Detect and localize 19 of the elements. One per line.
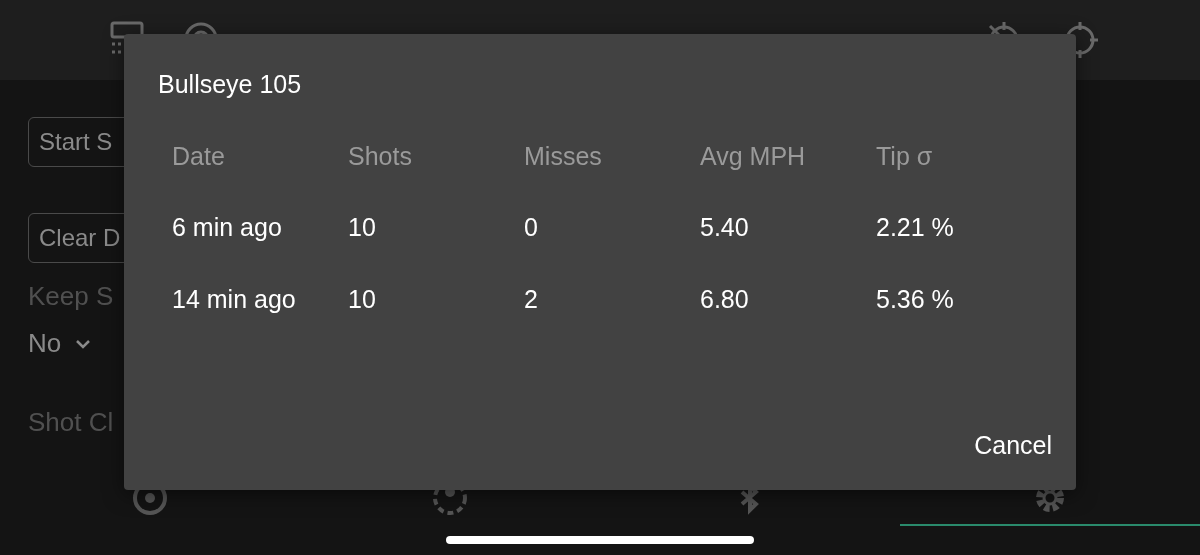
select-field[interactable]: No (28, 324, 92, 363)
cancel-button[interactable]: Cancel (974, 420, 1052, 470)
setting-label: Keep S (28, 280, 114, 313)
column-header: Shots (348, 140, 413, 172)
table-cell-text: 6.80 (700, 283, 750, 315)
table-cell-text: 14 min ago (172, 283, 297, 315)
table-cell-text: 10 (348, 283, 377, 315)
column-header: Avg MPH (700, 121, 876, 192)
table-cell-text: 5.36 % (876, 283, 955, 315)
dialog-title: Bullseye 105 (158, 69, 303, 100)
chevron-down-icon (75, 338, 92, 349)
column-header: Tip σ (876, 140, 934, 172)
table-cell-text: 5.40 (700, 211, 750, 243)
table-cell-text: 2.21 % (876, 211, 955, 243)
table-cell-text: 2 (524, 283, 539, 315)
column-header: Misses (524, 121, 700, 192)
table-cell-text: 0 (524, 211, 539, 243)
setting-label: Shot Cl (28, 406, 114, 439)
table-cell-text: 10 (348, 211, 377, 243)
